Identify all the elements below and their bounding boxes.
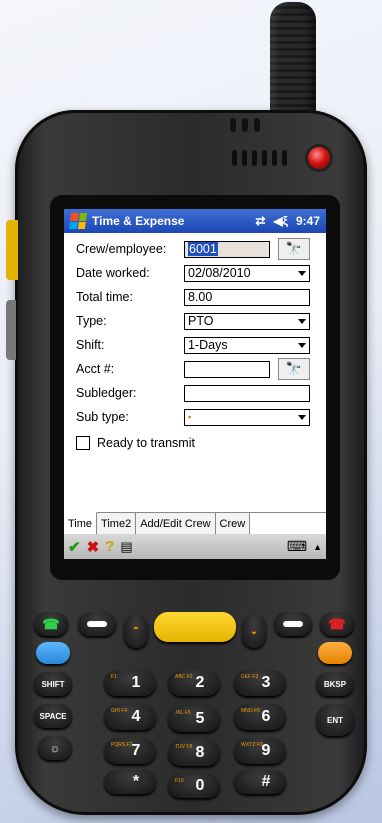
type-dropdown[interactable]: PTO <box>184 312 310 330</box>
subledger-field[interactable] <box>184 384 310 402</box>
key-8[interactable]: TUV F8 8 <box>168 740 220 766</box>
key-9[interactable]: WXYZ F9 9 <box>234 738 286 764</box>
phone-red-icon: ☎ <box>328 615 346 632</box>
total-time-field[interactable]: 8.00 <box>184 288 310 306</box>
chevron-down-icon: ⌄ <box>249 625 259 637</box>
sun-icon: ☼ <box>49 741 61 755</box>
title-bar: Time & Expense ⇄ ◀ξ 9:47 <box>64 209 326 233</box>
screen: Time & Expense ⇄ ◀ξ 9:47 Crew/employee: … <box>64 209 326 559</box>
question-icon[interactable]: ? <box>105 538 114 555</box>
space-key[interactable]: SPACE <box>34 704 72 728</box>
subledger-label: Subledger: <box>76 386 137 400</box>
sync-arrows-icon[interactable]: ⇄ <box>255 214 265 228</box>
blue-function-button[interactable] <box>36 642 70 664</box>
softkey-bar-icon <box>283 621 303 627</box>
call-end-red-button[interactable]: ☎ <box>320 612 354 636</box>
chevron-down-icon <box>298 342 306 348</box>
backspace-key[interactable]: BKSP <box>316 672 354 696</box>
hardware-keypad: ☎ ⌃ ⌄ ☎ SHIFT SPACE ☼ BKSP ENT F1 1 ABC F… <box>28 612 358 802</box>
speaker-icon[interactable]: ◀ξ <box>273 214 288 228</box>
clock[interactable]: 9:47 <box>296 214 320 228</box>
acct-lookup-button[interactable]: 🔭 <box>278 358 310 380</box>
side-scan-button[interactable] <box>6 220 18 280</box>
windows-start-icon[interactable] <box>68 213 88 229</box>
softkey-bar-icon <box>87 621 107 627</box>
chevron-up-icon: ⌃ <box>131 625 141 637</box>
acct-label: Acct #: <box>76 362 115 376</box>
power-led <box>308 147 330 169</box>
command-bar: ✔ ✖ ? ▤ ⌨ ▲ <box>64 534 326 559</box>
sub-type-label: Sub type: <box>76 410 129 424</box>
sub-type-dropdown[interactable]: ▪ <box>184 408 310 426</box>
key-1[interactable]: F1 1 <box>104 670 156 696</box>
key-5[interactable]: JKL F5 5 <box>168 706 220 732</box>
nav-up-left-button[interactable]: ⌃ <box>124 614 148 648</box>
app-title: Time & Expense <box>92 214 185 228</box>
tab-add-edit-crew[interactable]: Add/Edit Crew <box>136 513 216 534</box>
tab-time2[interactable]: Time2 <box>97 513 137 534</box>
shift-key[interactable]: SHIFT <box>34 672 72 696</box>
status-area: ⇄ ◀ξ 9:47 <box>255 214 320 228</box>
keyboard-icon[interactable]: ⌨ <box>287 538 307 555</box>
nav-down-right-button[interactable]: ⌄ <box>242 614 266 648</box>
shift-dropdown[interactable]: 1-Days <box>184 336 310 354</box>
tab-crew[interactable]: Crew <box>215 513 251 534</box>
key-hash[interactable]: # <box>234 770 286 794</box>
tab-time[interactable]: Time <box>64 512 98 534</box>
speaker-slots <box>230 118 260 132</box>
key-4[interactable]: GHI F4 4 <box>104 704 156 730</box>
document-icon[interactable]: ▤ <box>120 539 132 555</box>
key-2[interactable]: ABC F2 2 <box>168 670 220 696</box>
total-time-label: Total time: <box>76 290 133 304</box>
chevron-up-icon[interactable]: ▲ <box>313 542 322 552</box>
key-0[interactable]: F10 0 <box>168 774 220 798</box>
cursor-mark: ▪ <box>188 412 192 422</box>
date-worked-label: Date worked: <box>76 266 150 280</box>
checkmark-icon[interactable]: ✔ <box>68 538 81 556</box>
time-form: Crew/employee: 6001 🔭 Date worked: 02/08… <box>64 233 326 455</box>
enter-key[interactable]: ENT <box>316 704 354 736</box>
speaker-grill <box>232 150 287 166</box>
backlight-key[interactable]: ☼ <box>38 736 72 760</box>
crew-lookup-button[interactable]: 🔭 <box>278 238 310 260</box>
key-3[interactable]: DEF F3 3 <box>234 670 286 696</box>
shift-label: Shift: <box>76 338 105 352</box>
binoculars-icon: 🔭 <box>285 361 303 376</box>
chevron-down-icon <box>298 414 306 420</box>
ready-to-transmit-label: Ready to transmit <box>97 436 195 450</box>
softkey-left[interactable] <box>78 612 116 636</box>
date-worked-dropdown[interactable]: 02/08/2010 <box>184 264 310 282</box>
chevron-down-icon <box>298 270 306 276</box>
x-icon[interactable]: ✖ <box>87 538 100 556</box>
key-6[interactable]: MNO F6 6 <box>234 704 286 730</box>
key-star[interactable]: * <box>104 770 156 794</box>
call-green-button[interactable]: ☎ <box>34 612 68 636</box>
binoculars-icon: 🔭 <box>285 241 303 256</box>
tab-bar: Time Time2 Add/Edit Crew Crew <box>64 512 326 534</box>
chevron-down-icon <box>298 318 306 324</box>
side-volume-button[interactable] <box>6 300 16 360</box>
orange-function-button[interactable] <box>318 642 352 664</box>
crew-employee-field[interactable]: 6001 <box>184 240 270 258</box>
ready-to-transmit-checkbox[interactable] <box>76 436 90 450</box>
key-7[interactable]: PQRS F7 7 <box>104 738 156 764</box>
scan-trigger-button[interactable] <box>154 612 236 642</box>
crew-employee-label: Crew/employee: <box>76 242 167 256</box>
acct-field[interactable] <box>184 360 270 378</box>
type-label: Type: <box>76 314 107 328</box>
softkey-right[interactable] <box>274 612 312 636</box>
phone-green-icon: ☎ <box>42 615 60 632</box>
